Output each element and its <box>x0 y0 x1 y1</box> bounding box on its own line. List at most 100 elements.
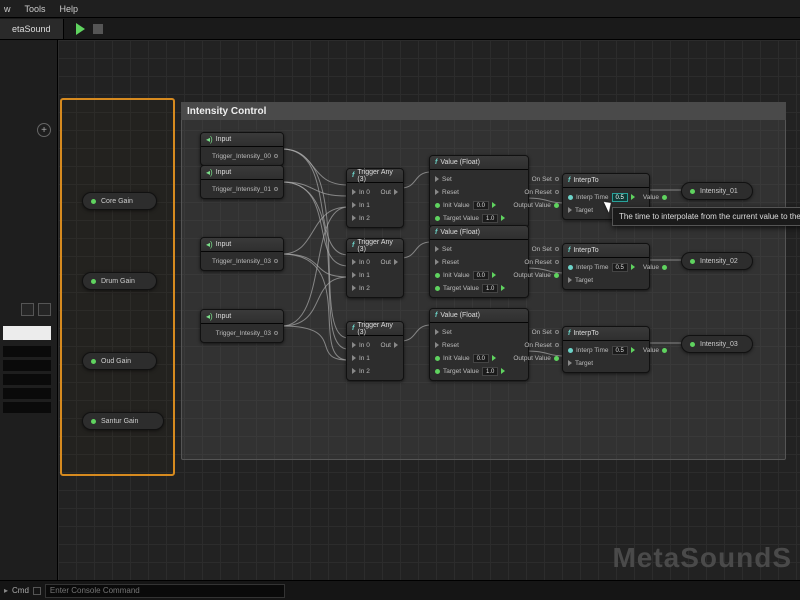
pin-value[interactable]: Value <box>643 262 667 272</box>
pill-drum-gain[interactable]: Drum Gain <box>82 272 157 290</box>
list-item[interactable] <box>3 346 51 357</box>
pill-label: Core Gain <box>101 198 133 205</box>
node-value-float-1[interactable]: f Value (Float) Set Reset Init Value0.0 … <box>429 225 529 298</box>
pin-target-value[interactable]: Target Value1.0 <box>435 366 505 376</box>
pin-in-0[interactable]: In 0 <box>352 340 370 350</box>
field-slot[interactable] <box>3 326 51 340</box>
dropdown-icon <box>631 264 635 270</box>
node-value-float-2[interactable]: f Value (Float) Set Reset Init Value0.0 … <box>429 308 529 381</box>
pin-on-reset[interactable]: On Reset <box>513 187 558 197</box>
pin-target[interactable]: Target <box>568 358 635 368</box>
pin-value[interactable]: Value <box>643 345 667 355</box>
pin-target-value[interactable]: Target Value1.0 <box>435 283 505 293</box>
pin-in-0[interactable]: In 0 <box>352 187 370 197</box>
pin-on-reset[interactable]: On Reset <box>513 257 558 267</box>
pin-in-1[interactable]: In 1 <box>352 353 370 363</box>
side-panel: + <box>0 40 58 580</box>
pin-interp-time[interactable]: Interp Time0.5 <box>568 345 635 355</box>
dropdown-icon <box>501 285 505 291</box>
pin-output-value[interactable]: Output Value <box>513 200 558 210</box>
pin-value[interactable]: Value <box>643 192 667 202</box>
list-item[interactable] <box>3 402 51 413</box>
node-input-3[interactable]: ◂) Input Trigger_Intesity_03 <box>200 309 284 343</box>
add-icon[interactable]: + <box>37 123 51 137</box>
pin-reset[interactable]: Reset <box>435 340 505 350</box>
pill-output-1[interactable]: Intensity_02 <box>681 252 753 270</box>
pin-in-2[interactable]: In 2 <box>352 213 370 223</box>
node-input-2[interactable]: ◂) Input Trigger_Intensity_03 <box>200 237 284 271</box>
pill-label: Oud Gain <box>101 358 131 365</box>
pin-in-1[interactable]: In 1 <box>352 200 370 210</box>
node-value-float-0[interactable]: f Value (Float) Set Reset Init Value0.0 … <box>429 155 529 228</box>
pin-out[interactable]: Out <box>381 257 398 267</box>
pin-out[interactable]: Trigger_Intensity_00 <box>206 151 278 161</box>
pin-out[interactable]: Out <box>381 340 398 350</box>
pin-out[interactable]: Trigger_Intensity_01 <box>206 184 278 194</box>
pin-out[interactable]: Trigger_Intesity_03 <box>206 328 278 338</box>
pin-reset[interactable]: Reset <box>435 257 505 267</box>
list-item[interactable] <box>3 374 51 385</box>
tab-metasound[interactable]: etaSound <box>0 19 64 39</box>
pin-dot-icon <box>91 279 96 284</box>
pill-output-0[interactable]: Intensity_01 <box>681 182 753 200</box>
pill-oud-gain[interactable]: Oud Gain <box>82 352 157 370</box>
menu-tools[interactable]: Tools <box>25 4 46 14</box>
node-interp-1[interactable]: f InterpTo Interp Time0.5 Target Value <box>562 243 650 290</box>
pin-dot-icon <box>435 286 440 291</box>
stop-icon[interactable] <box>93 24 103 34</box>
pin-on-set[interactable]: On Set <box>513 174 558 184</box>
console-input[interactable] <box>45 584 285 598</box>
pin-in-1[interactable]: In 1 <box>352 270 370 280</box>
panel-icon-a[interactable] <box>21 303 34 316</box>
pin-in-2[interactable]: In 2 <box>352 366 370 376</box>
play-icon[interactable] <box>76 23 85 35</box>
dropdown-icon[interactable] <box>33 587 41 595</box>
pin-set[interactable]: Set <box>435 327 505 337</box>
menu-help[interactable]: Help <box>60 4 79 14</box>
list-item[interactable] <box>3 388 51 399</box>
pin-dot-icon <box>435 216 440 221</box>
pin-reset[interactable]: Reset <box>435 187 505 197</box>
tooltip: The time to interpolate from the current… <box>612 207 800 226</box>
graph-canvas[interactable]: Core Gain Drum Gain Oud Gain Santur Gain… <box>58 40 800 580</box>
pin-dot-icon <box>435 369 440 374</box>
node-trigger-any-2[interactable]: f Trigger Any (3) In 0 In 1 In 2 Out <box>346 321 404 381</box>
pin-in-0[interactable]: In 0 <box>352 257 370 267</box>
exec-pin-icon <box>435 189 439 195</box>
node-title: Value (Float) <box>440 229 480 236</box>
input-icon: ◂) <box>206 168 213 177</box>
menu-view[interactable]: w <box>4 4 11 14</box>
pin-set[interactable]: Set <box>435 174 505 184</box>
pin-init-value[interactable]: Init Value0.0 <box>435 270 505 280</box>
node-trigger-any-0[interactable]: f Trigger Any (3) In 0 In 1 In 2 Out <box>346 168 404 228</box>
pin-output-value[interactable]: Output Value <box>513 270 558 280</box>
pin-interp-time[interactable]: Interp Time0.5 <box>568 262 635 272</box>
pin-on-reset[interactable]: On Reset <box>513 340 558 350</box>
pin-out[interactable]: Trigger_Intensity_03 <box>206 256 278 266</box>
pin-out[interactable]: Out <box>381 187 398 197</box>
pin-on-set[interactable]: On Set <box>513 327 558 337</box>
node-interp-2[interactable]: f InterpTo Interp Time0.5 Target Value <box>562 326 650 373</box>
pill-santur-gain[interactable]: Santur Gain <box>82 412 164 430</box>
pin-output-value[interactable]: Output Value <box>513 353 558 363</box>
pin-init-value[interactable]: Init Value0.0 <box>435 200 505 210</box>
node-trigger-any-1[interactable]: f Trigger Any (3) In 0 In 1 In 2 Out <box>346 238 404 298</box>
pin-on-set[interactable]: On Set <box>513 244 558 254</box>
dropdown-icon <box>492 355 496 361</box>
pill-output-2[interactable]: Intensity_03 <box>681 335 753 353</box>
exec-pin-icon <box>352 189 356 195</box>
pin-target[interactable]: Target <box>568 275 635 285</box>
panel-icon-b[interactable] <box>38 303 51 316</box>
pill-core-gain[interactable]: Core Gain <box>82 192 157 210</box>
function-icon: f <box>435 229 437 236</box>
list-item[interactable] <box>3 360 51 371</box>
exec-pin-icon <box>435 342 439 348</box>
pin-set[interactable]: Set <box>435 244 505 254</box>
pin-target-value[interactable]: Target Value1.0 <box>435 213 505 223</box>
pin-interp-time[interactable]: Interp Time0.5 <box>568 192 635 202</box>
node-input-1[interactable]: ◂) Input Trigger_Intensity_01 <box>200 165 284 199</box>
pin-init-value[interactable]: Init Value0.0 <box>435 353 505 363</box>
function-icon: f <box>352 172 354 179</box>
node-input-0[interactable]: ◂) Input Trigger_Intensity_00 <box>200 132 284 166</box>
pin-in-2[interactable]: In 2 <box>352 283 370 293</box>
